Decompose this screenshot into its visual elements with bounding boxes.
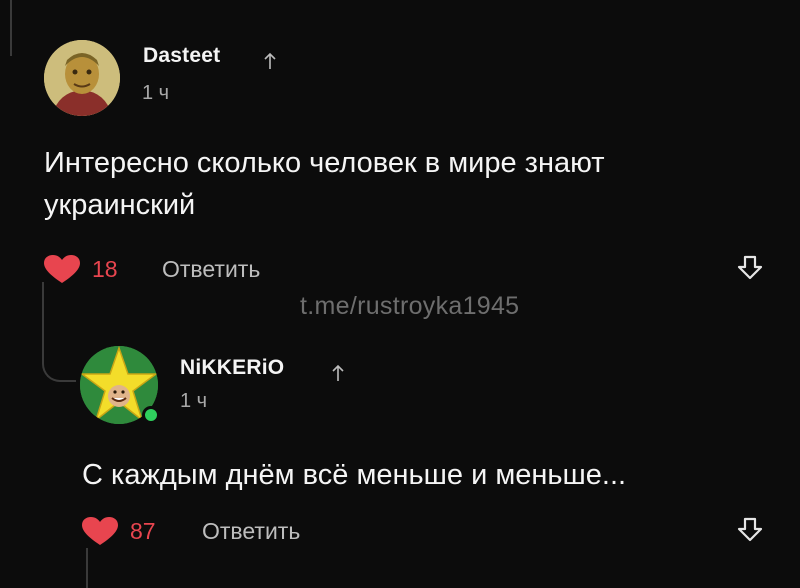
reply-timestamp: 1 ч — [180, 390, 208, 412]
heart-icon[interactable] — [80, 516, 120, 546]
timestamp: 1 ч — [142, 82, 170, 104]
reply-username[interactable]: NiKKERiO — [180, 356, 284, 380]
comment-text: Интересно сколько человек в мире знают у… — [44, 142, 605, 226]
arrow-up-icon — [264, 52, 276, 69]
comment-text-line: украинский — [44, 189, 196, 221]
thread-line-bottom — [86, 548, 88, 588]
thread-line-top — [10, 0, 12, 56]
online-status-dot — [142, 406, 160, 424]
reply-text: С каждым днём всё меньше и меньше... — [82, 459, 627, 491]
reply-button[interactable]: Ответить — [162, 256, 260, 283]
like-count: 87 — [130, 518, 156, 544]
avatar-character-icon — [44, 40, 120, 116]
collapse-arrow-icon[interactable] — [735, 253, 765, 283]
like-count: 18 — [92, 256, 118, 282]
comment-text-line: Интересно сколько человек в мире знают — [44, 147, 605, 179]
avatar[interactable] — [44, 40, 120, 116]
thread-elbow-reply — [42, 282, 76, 382]
reply-button[interactable]: Ответить — [202, 518, 300, 545]
watermark: t.me/rustroyka1945 — [300, 292, 520, 320]
username[interactable]: Dasteet — [143, 44, 220, 68]
heart-icon[interactable] — [42, 254, 82, 284]
collapse-arrow-icon[interactable] — [735, 515, 765, 545]
arrow-up-icon — [332, 364, 344, 381]
